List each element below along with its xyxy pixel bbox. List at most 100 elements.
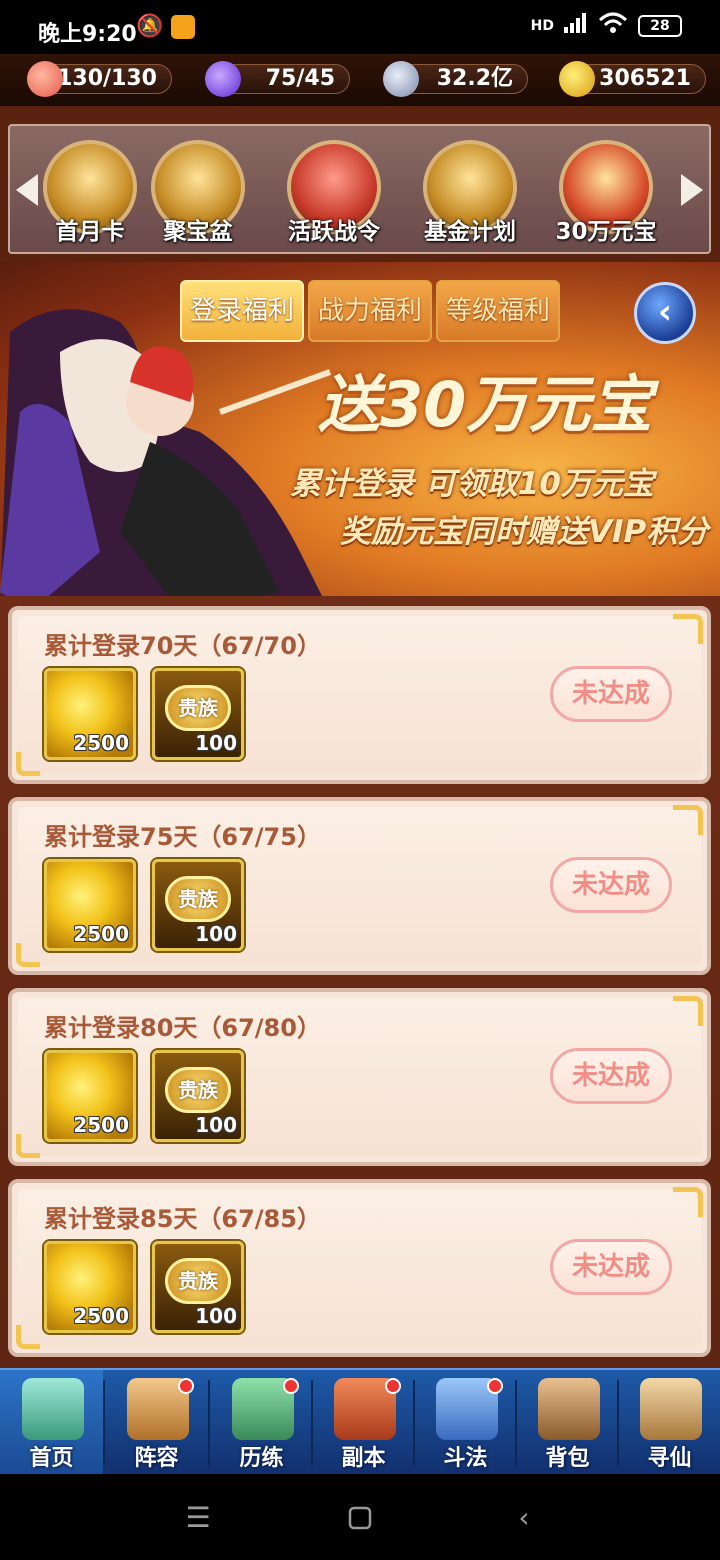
resource-ingot-value: 306521 xyxy=(599,66,691,91)
carousel-item-label: 30万元宝 xyxy=(555,219,657,245)
signal-icon: HD xyxy=(530,18,554,34)
nav-label: 首页 xyxy=(29,1446,74,1471)
notification-dot xyxy=(487,1378,503,1394)
reward-card: 累计登录75天（67/75） 2500 贵族 100 未达成 xyxy=(8,797,711,975)
resource-peach-value: 130/130 xyxy=(57,66,157,91)
corner-ornament-icon xyxy=(673,614,703,644)
tab-login-benefit[interactable]: 登录福利 xyxy=(180,280,304,342)
carousel-item-fund-plan[interactable]: 基金计划 xyxy=(410,140,530,250)
status-not-achieved-button[interactable]: 未达成 xyxy=(550,1048,672,1104)
nav-label: 阵容 xyxy=(134,1446,179,1471)
home-icon[interactable] xyxy=(342,1500,378,1536)
ingot-reward-item[interactable]: 2500 xyxy=(44,859,136,951)
resource-ingot[interactable]: 306521 xyxy=(559,61,706,97)
home-island-icon xyxy=(22,1378,84,1440)
carousel-item-label: 聚宝盆 xyxy=(163,219,233,245)
reward-card: 累计登录85天（67/85） 2500 贵族 100 未达成 xyxy=(8,1179,711,1357)
nav-label: 寻仙 xyxy=(647,1446,692,1471)
tab-level-benefit[interactable]: 等级福利 xyxy=(436,280,560,342)
reward-qty: 100 xyxy=(195,922,237,946)
back-icon[interactable]: ‹ xyxy=(506,1500,542,1536)
nav-label: 背包 xyxy=(545,1446,590,1471)
noble-reward-item[interactable]: 贵族 100 xyxy=(152,1241,244,1333)
status-not-achieved-button[interactable]: 未达成 xyxy=(550,666,672,722)
reward-qty: 2500 xyxy=(73,922,129,946)
noble-badge-icon: 贵族 xyxy=(165,1067,231,1113)
app-notification-icon xyxy=(171,14,196,39)
ingot-reward-item[interactable]: 2500 xyxy=(44,1241,136,1333)
back-button[interactable]: ‹ xyxy=(634,282,696,344)
reward-card-title: 累计登录75天（67/75） xyxy=(44,823,321,851)
banner-subtitle-2: 奖励元宝同时赠送VIP积分 xyxy=(340,514,709,550)
notification-dot xyxy=(385,1378,401,1394)
nav-training[interactable]: 历练 xyxy=(210,1370,313,1476)
bag-icon xyxy=(538,1378,600,1440)
status-not-achieved-button[interactable]: 未达成 xyxy=(550,857,672,913)
reward-list: 累计登录70天（67/70） 2500 贵族 100 未达成 累计登录75天（6… xyxy=(0,596,720,1368)
nav-lineup[interactable]: 阵容 xyxy=(105,1370,208,1476)
game-screen: 晚上9:20 🔕 HD 28 130/130 75/45 32.2亿 30652… xyxy=(0,0,720,1560)
resource-coin[interactable]: 32.2亿 xyxy=(383,61,528,97)
reward-qty: 100 xyxy=(195,1304,237,1328)
reward-card: 累计登录80天（67/80） 2500 贵族 100 未达成 xyxy=(8,988,711,1166)
carousel-item-label: 基金计划 xyxy=(424,219,516,245)
benefit-tabs: 登录福利 战力福利 等级福利 xyxy=(180,280,560,342)
status-bar: 晚上9:20 🔕 HD 28 xyxy=(0,0,720,54)
coin-icon xyxy=(383,61,419,97)
corner-ornament-icon xyxy=(16,752,40,776)
peach-icon xyxy=(27,61,63,97)
noble-badge-icon: 贵族 xyxy=(165,876,231,922)
reward-qty: 2500 xyxy=(73,1113,129,1137)
event-banner: 登录福利 战力福利 等级福利 ‹ 送30万元宝 累计登录 可领取10万元宝 奖励… xyxy=(0,262,720,612)
reward-card-title: 累计登录70天（67/70） xyxy=(44,632,321,660)
nav-label: 斗法 xyxy=(443,1446,488,1471)
carousel-item-month-card[interactable]: 首月卡 xyxy=(30,140,150,250)
status-time: 晚上9:20 xyxy=(38,22,137,47)
bell-off-icon: 🔕 xyxy=(136,14,164,39)
ingot-reward-item[interactable]: 2500 xyxy=(44,668,136,760)
resource-energy-value: 75/45 xyxy=(265,66,335,91)
nav-backpack[interactable]: 背包 xyxy=(516,1370,619,1476)
noble-reward-item[interactable]: 贵族 100 xyxy=(152,668,244,760)
reward-qty: 2500 xyxy=(73,1304,129,1328)
scroll-icon xyxy=(640,1378,702,1440)
resource-bar: 130/130 75/45 32.2亿 306521 xyxy=(0,54,720,106)
carousel-item-label: 活跃战令 xyxy=(288,219,380,245)
ingot-reward-item[interactable]: 2500 xyxy=(44,1050,136,1142)
resource-energy[interactable]: 75/45 xyxy=(205,61,350,97)
nav-battle[interactable]: 斗法 xyxy=(414,1370,517,1476)
menu-icon[interactable]: ☰ xyxy=(180,1500,216,1536)
noble-reward-item[interactable]: 贵族 100 xyxy=(152,1050,244,1142)
reward-qty: 2500 xyxy=(73,731,129,755)
carousel-item-battle-pass[interactable]: 活跃战令 xyxy=(274,140,394,250)
carousel-item-treasure-bowl[interactable]: 聚宝盆 xyxy=(138,140,258,250)
nav-dungeon[interactable]: 副本 xyxy=(312,1370,415,1476)
carousel-item-ingot-gift[interactable]: 30万元宝 xyxy=(546,140,666,250)
signal-bars-icon xyxy=(564,13,588,39)
noble-reward-item[interactable]: 贵族 100 xyxy=(152,859,244,951)
reward-card-title: 累计登录80天（67/80） xyxy=(44,1014,321,1042)
system-navigation-bar: ☰ ‹ xyxy=(0,1474,720,1560)
notification-dot xyxy=(283,1378,299,1394)
status-not-achieved-button[interactable]: 未达成 xyxy=(550,1239,672,1295)
ingot-icon xyxy=(559,61,595,97)
wifi-icon xyxy=(598,12,628,40)
nav-label: 副本 xyxy=(341,1446,386,1471)
reward-qty: 100 xyxy=(195,731,237,755)
nav-label: 历练 xyxy=(239,1446,284,1471)
corner-ornament-icon xyxy=(673,996,703,1026)
carousel-next-arrow-icon[interactable] xyxy=(681,174,703,206)
banner-title: 送30万元宝 xyxy=(318,368,653,441)
corner-ornament-icon xyxy=(16,943,40,967)
nav-seek-immortal[interactable]: 寻仙 xyxy=(618,1370,720,1476)
nav-home[interactable]: 首页 xyxy=(0,1370,103,1476)
corner-ornament-icon xyxy=(673,805,703,835)
banner-subtitle-1: 累计登录 可领取10万元宝 xyxy=(290,466,654,502)
resource-peach[interactable]: 130/130 xyxy=(27,61,172,97)
battery-icon: 28 xyxy=(638,15,682,37)
corner-ornament-icon xyxy=(16,1325,40,1349)
resource-coin-value: 32.2亿 xyxy=(436,66,513,91)
tab-power-benefit[interactable]: 战力福利 xyxy=(308,280,432,342)
carousel-item-label: 首月卡 xyxy=(55,219,125,245)
reward-qty: 100 xyxy=(195,1113,237,1137)
